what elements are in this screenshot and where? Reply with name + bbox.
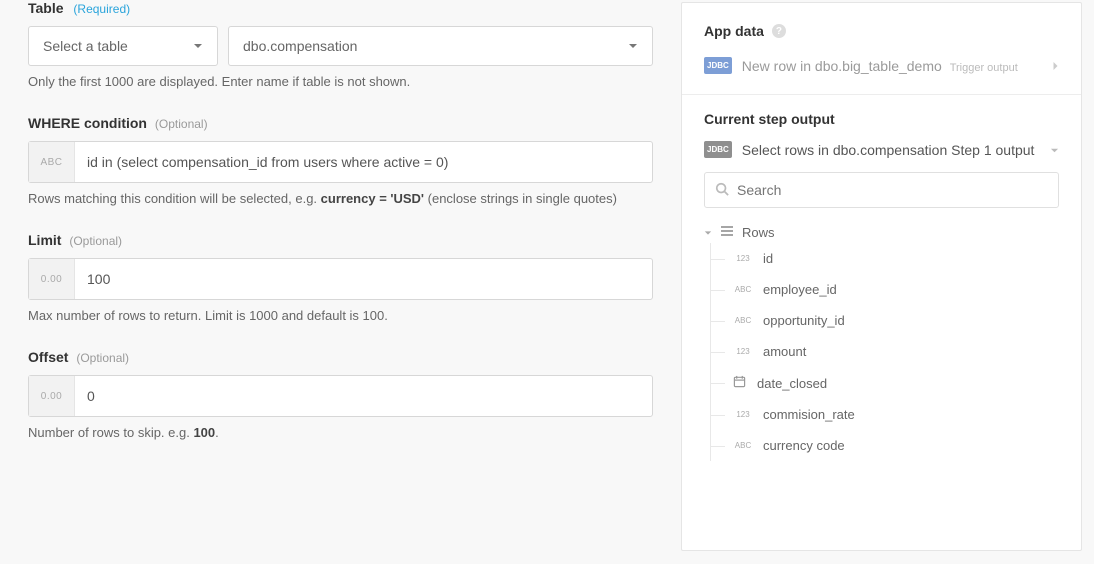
- field-name: amount: [763, 344, 806, 359]
- tree-item[interactable]: ABC currency code: [711, 430, 1059, 461]
- type-prefix-number: 0.00: [29, 376, 75, 416]
- field-name: employee_id: [763, 282, 837, 297]
- type-prefix-text: ABC: [29, 142, 75, 182]
- chevron-down-icon: [628, 38, 638, 54]
- collapse-icon[interactable]: [704, 225, 712, 240]
- trigger-subtext: Trigger output: [950, 62, 1018, 74]
- list-icon: [720, 225, 734, 240]
- table-help: Only the first 1000 are displayed. Enter…: [28, 74, 653, 89]
- limit-help: Max number of rows to return. Limit is 1…: [28, 308, 653, 323]
- rows-root[interactable]: Rows: [704, 222, 1059, 243]
- step-text: Select rows in dbo.compensation: [742, 142, 947, 158]
- divider: [682, 94, 1081, 95]
- offset-field: Offset (Optional) 0.00 Number of rows to…: [28, 349, 653, 440]
- tree-item[interactable]: 123 commision_rate: [711, 399, 1059, 430]
- text-type-icon: ABC: [733, 316, 753, 325]
- number-type-icon: 123: [733, 410, 753, 419]
- where-label: WHERE condition (Optional): [28, 115, 653, 131]
- where-help: Rows matching this condition will be sel…: [28, 191, 653, 206]
- number-type-icon: 123: [733, 254, 753, 263]
- table-field: Table (Required) Select a table dbo.comp…: [28, 0, 653, 89]
- app-data-heading: App data ?: [704, 23, 1059, 39]
- tree-item[interactable]: ABC opportunity_id: [711, 305, 1059, 336]
- field-name: commision_rate: [763, 407, 855, 422]
- text-type-icon: ABC: [733, 285, 753, 294]
- table-select-template[interactable]: Select a table: [28, 26, 218, 66]
- table-select-template-text: Select a table: [43, 38, 128, 54]
- limit-field: Limit (Optional) 0.00 Max number of rows…: [28, 232, 653, 323]
- limit-input[interactable]: [75, 259, 652, 299]
- offset-label-text: Offset: [28, 349, 68, 365]
- field-name: opportunity_id: [763, 313, 845, 328]
- limit-input-group[interactable]: 0.00: [28, 258, 653, 300]
- jdbc-icon: JDBC: [704, 141, 732, 158]
- limit-label: Limit (Optional): [28, 232, 653, 248]
- table-label: Table (Required): [28, 0, 653, 16]
- tree-item[interactable]: 123 id: [711, 243, 1059, 274]
- chevron-down-icon: [193, 38, 203, 54]
- optional-tag: (Optional): [155, 117, 208, 131]
- chevron-right-icon: [1052, 58, 1059, 74]
- current-step-heading: Current step output: [704, 111, 1059, 127]
- offset-label: Offset (Optional): [28, 349, 653, 365]
- trigger-row[interactable]: JDBC New row in dbo.big_table_demo Trigg…: [704, 53, 1059, 78]
- where-input[interactable]: [75, 142, 652, 182]
- table-label-text: Table: [28, 0, 64, 16]
- search-input[interactable]: [737, 182, 1048, 198]
- table-select-value-text: dbo.compensation: [243, 38, 357, 54]
- offset-input[interactable]: [75, 376, 652, 416]
- limit-label-text: Limit: [28, 232, 61, 248]
- rows-label: Rows: [742, 225, 775, 240]
- table-select-value[interactable]: dbo.compensation: [228, 26, 653, 66]
- output-tree: Rows 123 id ABC employee_id ABC opportunity_i…: [704, 222, 1059, 461]
- where-label-text: WHERE condition: [28, 115, 147, 131]
- step-row[interactable]: JDBC Select rows in dbo.compensation Ste…: [704, 141, 1059, 158]
- number-type-icon: 123: [733, 347, 753, 356]
- tree-item[interactable]: date_closed: [711, 367, 1059, 399]
- field-name: currency code: [763, 438, 845, 453]
- field-name: date_closed: [757, 376, 827, 391]
- search-box[interactable]: [704, 172, 1059, 208]
- jdbc-icon: JDBC: [704, 57, 732, 74]
- calendar-icon: [733, 375, 747, 391]
- offset-help: Number of rows to skip. e.g. 100.: [28, 425, 653, 440]
- tree-item[interactable]: ABC employee_id: [711, 274, 1059, 305]
- help-icon[interactable]: ?: [772, 24, 786, 38]
- step-subtext: Step 1 output: [951, 142, 1034, 158]
- where-field: WHERE condition (Optional) ABC Rows matc…: [28, 115, 653, 206]
- chevron-down-icon[interactable]: [1050, 142, 1059, 158]
- where-input-group[interactable]: ABC: [28, 141, 653, 183]
- search-icon: [715, 182, 729, 199]
- trigger-text: New row in dbo.big_table_demo: [742, 58, 942, 74]
- optional-tag: (Optional): [76, 351, 129, 365]
- field-name: id: [763, 251, 773, 266]
- text-type-icon: ABC: [733, 441, 753, 450]
- required-tag: (Required): [73, 2, 130, 16]
- offset-input-group[interactable]: 0.00: [28, 375, 653, 417]
- type-prefix-number: 0.00: [29, 259, 75, 299]
- optional-tag: (Optional): [69, 234, 122, 248]
- data-panel: App data ? JDBC New row in dbo.big_table…: [681, 2, 1082, 551]
- tree-item[interactable]: 123 amount: [711, 336, 1059, 367]
